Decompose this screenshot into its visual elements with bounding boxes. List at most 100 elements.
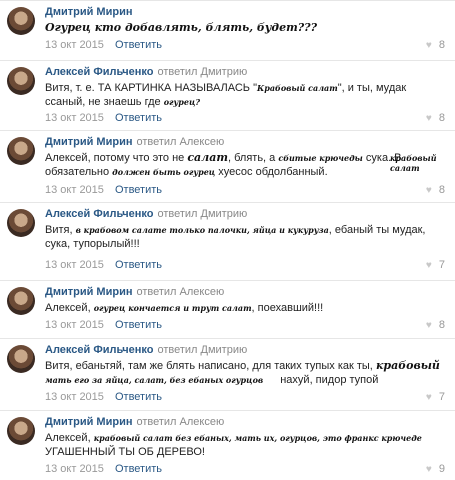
comment-4: Алексей Фильченко ответил Дмитрию Витя, в… (0, 202, 455, 280)
comment-2: Алексей Фильченко ответил Дмитрию Витя, т… (0, 60, 455, 130)
like-count: 8 (438, 319, 445, 331)
handwritten-text: огурец кончается и трут салат (93, 303, 252, 313)
comment-text: Витя, т. е. ТА КАРТИНКА НАЗЫВАЛАСЬ "Краб… (45, 81, 440, 109)
reply-link[interactable]: Ответить (115, 184, 162, 196)
reply-link[interactable]: Ответить (115, 112, 162, 124)
avatar[interactable] (7, 345, 35, 373)
text-segment: Витя, (45, 224, 73, 236)
avatar[interactable] (7, 287, 35, 315)
author-link[interactable]: Дмитрий Мирин (45, 286, 132, 298)
reply-link[interactable]: Ответить (115, 319, 162, 331)
comment-header: Дмитрий Мирин (45, 6, 132, 18)
comment-date[interactable]: 13 окт 2015 (45, 39, 104, 51)
heart-icon: ♥ (425, 259, 432, 271)
avatar[interactable] (7, 137, 35, 165)
like-count: 8 (438, 39, 445, 51)
text-segment: обязательно (45, 166, 110, 178)
text-segment: Алексей, (45, 302, 91, 314)
comment-text: Алексей, потому что это не салат, блять,… (45, 151, 415, 179)
comment-header: Дмитрий Мирин ответил Алексею (45, 286, 224, 298)
replied-to[interactable]: ответил Дмитрию (157, 344, 247, 356)
handwritten-text: в крабовом салате только палочки, яйца и… (75, 225, 329, 235)
comment-5: Дмитрий Мирин ответил Алексею Алексей, ог… (0, 280, 455, 338)
comment-meta: 13 окт 2015 Ответить (45, 463, 162, 475)
author-link[interactable]: Алексей Фильченко (45, 208, 153, 220)
comment-meta: 13 окт 2015 Ответить (45, 259, 162, 271)
heart-icon: ♥ (425, 463, 432, 475)
handwritten-text: Огурец кто добавлять, блять, будет??? (45, 21, 318, 34)
replied-to[interactable]: ответил Дмитрию (157, 208, 247, 220)
text-segment: , блять, а (227, 152, 276, 164)
author-link[interactable]: Дмитрий Мирин (45, 136, 132, 148)
comment-header: Алексей Фильченко ответил Дмитрию (45, 344, 247, 356)
like-count: 7 (438, 391, 445, 403)
reply-link[interactable]: Ответить (115, 463, 162, 475)
like-button[interactable]: ♥ 8 (426, 184, 445, 196)
comment-text: Огурец кто добавлять, блять, будет??? (45, 21, 440, 35)
comment-meta: 13 окт 2015 Ответить (45, 391, 162, 403)
heart-icon: ♥ (425, 391, 432, 403)
comment-1: Дмитрий Мирин Огурец кто добавлять, блят… (0, 0, 455, 63)
like-button[interactable]: ♥ 9 (426, 463, 445, 475)
comment-meta: 13 окт 2015 Ответить (45, 39, 162, 51)
comment-date[interactable]: 13 окт 2015 (45, 184, 104, 196)
handwritten-text: крабовый салат без ебаных, мать их, огур… (93, 433, 422, 443)
heart-icon: ♥ (425, 184, 432, 196)
comment-header: Алексей Фильченко ответил Дмитрию (45, 66, 247, 78)
comment-3: Дмитрий Мирин ответил Алексею Алексей, по… (0, 130, 455, 202)
handwritten-text: должен быть огурец (112, 167, 216, 177)
heart-icon: ♥ (425, 319, 432, 331)
replied-to[interactable]: ответил Алексею (136, 416, 224, 428)
comment-text: Витя, в крабовом салате только палочки, … (45, 223, 440, 251)
like-button[interactable]: ♥ 7 (426, 259, 445, 271)
comment-header: Дмитрий Мирин ответил Алексею (45, 136, 224, 148)
author-link[interactable]: Дмитрий Мирин (45, 6, 132, 18)
author-link[interactable]: Алексей Фильченко (45, 66, 153, 78)
reply-link[interactable]: Ответить (115, 39, 162, 51)
comment-text: Алексей, огурец кончается и трут салат, … (45, 301, 440, 315)
comment-meta: 13 окт 2015 Ответить (45, 319, 162, 331)
handwritten-text: Крабовый салат (256, 83, 338, 93)
text-segment: , ебаный ты мудак, (328, 224, 426, 236)
avatar[interactable] (7, 209, 35, 237)
handwritten-text: крабовый салат (390, 153, 437, 173)
comment-header: Алексей Фильченко ответил Дмитрию (45, 208, 247, 220)
like-count: 9 (438, 463, 445, 475)
text-segment: хуесос обдолбанный. (218, 166, 328, 178)
text-segment: , поехавший!!! (251, 302, 324, 314)
like-button[interactable]: ♥ 8 (426, 39, 445, 51)
handwritten-text: салат (187, 151, 228, 164)
reply-link[interactable]: Ответить (115, 259, 162, 271)
handwritten-text: крабовый (375, 359, 440, 372)
comment-date[interactable]: 13 окт 2015 (45, 319, 104, 331)
like-button[interactable]: ♥ 7 (426, 391, 445, 403)
replied-to[interactable]: ответил Алексею (136, 286, 224, 298)
avatar[interactable] (7, 7, 35, 35)
avatar[interactable] (7, 67, 35, 95)
comment-meta: 13 окт 2015 Ответить (45, 112, 162, 124)
heart-icon: ♥ (425, 39, 432, 51)
like-button[interactable]: ♥ 8 (426, 319, 445, 331)
comment-header: Дмитрий Мирин ответил Алексею (45, 416, 224, 428)
comment-text: Алексей, крабовый салат без ебаных, мать… (45, 431, 440, 459)
comment-date[interactable]: 13 окт 2015 (45, 112, 104, 124)
replied-to[interactable]: ответил Алексею (136, 136, 224, 148)
avatar[interactable] (7, 417, 35, 445)
like-button[interactable]: ♥ 8 (426, 112, 445, 124)
comment-7: Дмитрий Мирин ответил Алексею Алексей, кр… (0, 410, 455, 480)
replied-to[interactable]: ответил Дмитрию (157, 66, 247, 78)
text-segment: Алексей, (45, 432, 91, 444)
reply-link[interactable]: Ответить (115, 391, 162, 403)
like-count: 8 (438, 184, 445, 196)
text-segment: Алексей, потому что это не (45, 152, 185, 164)
comment-date[interactable]: 13 окт 2015 (45, 463, 104, 475)
text-segment: ссаный, не знаешь где (45, 96, 161, 108)
text-segment: Витя, т. е. ТА КАРТИНКА НАЗЫВАЛАСЬ " (45, 82, 257, 94)
comment-date[interactable]: 13 окт 2015 (45, 391, 104, 403)
comment-text: Витя, ебаньтяй, там же блять написано, д… (45, 359, 445, 387)
author-link[interactable]: Алексей Фильченко (45, 344, 153, 356)
like-count: 7 (438, 259, 445, 271)
comment-date[interactable]: 13 окт 2015 (45, 259, 104, 271)
author-link[interactable]: Дмитрий Мирин (45, 416, 132, 428)
handwritten-text: мать его за яйца, салат, без ебаных огур… (45, 375, 264, 385)
